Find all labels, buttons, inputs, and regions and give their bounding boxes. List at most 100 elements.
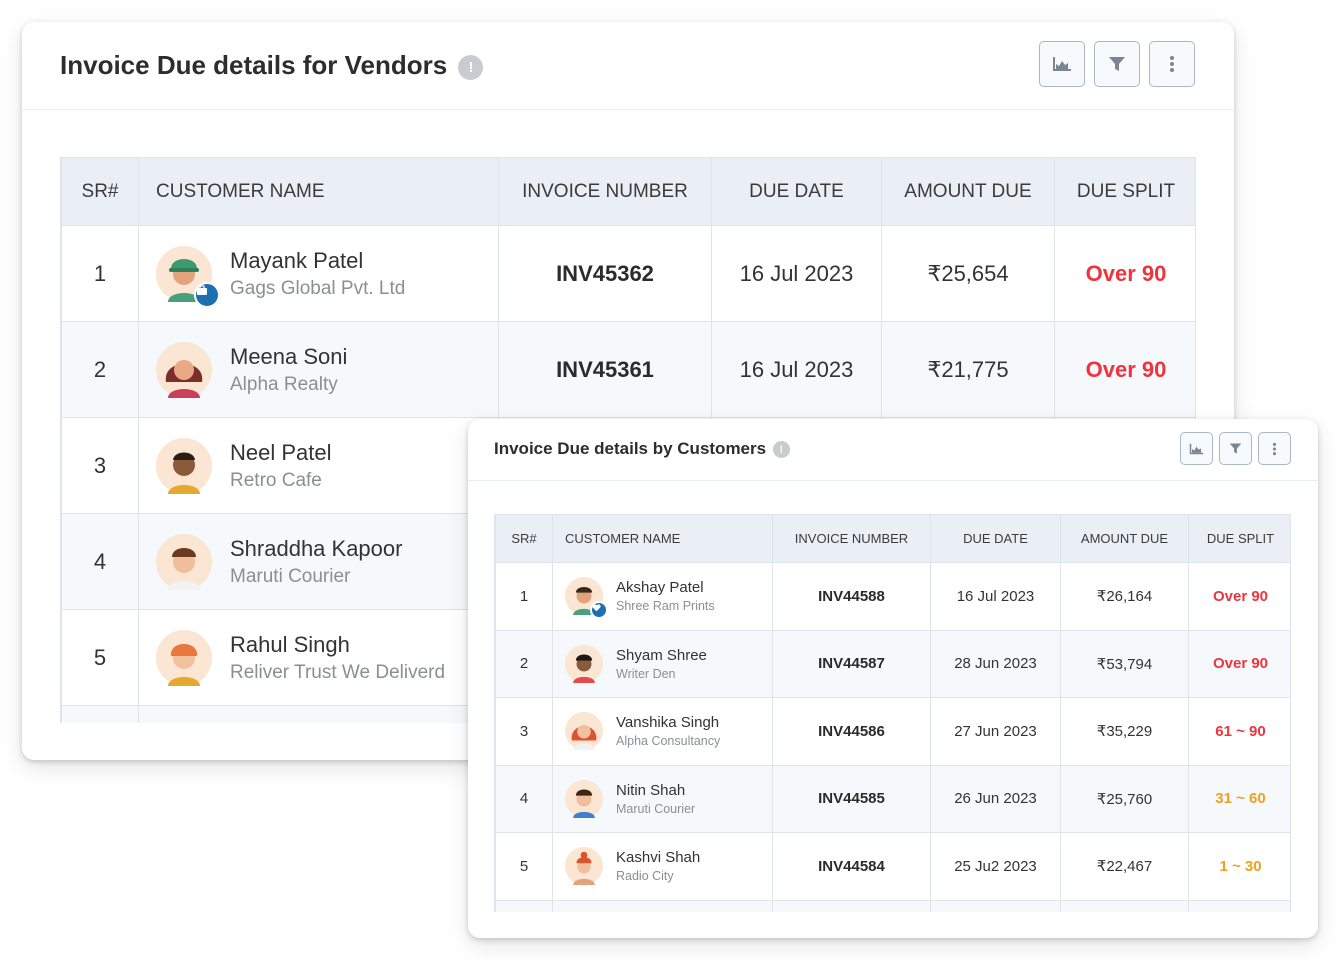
customer-name[interactable]: Vanshika Singh	[616, 714, 720, 731]
column-header[interactable]: DUE DATE	[712, 158, 882, 226]
sr-cell: 1	[496, 563, 553, 631]
customer-cell: Nitin Shah Maruti Courier	[553, 765, 773, 833]
column-header[interactable]: SR#	[496, 515, 553, 563]
chart-button[interactable]	[1180, 432, 1213, 465]
info-icon[interactable]: !	[773, 441, 790, 458]
customer-table-wrap: SR# CUSTOMER NAME INVOICE NUMBER DUE DAT…	[494, 514, 1291, 912]
amount-due: ₹26,164	[1061, 563, 1189, 631]
customer-name[interactable]: Neel Patel	[230, 440, 332, 466]
invoice-number[interactable]: INV44585	[773, 765, 931, 833]
company-name: Alpha Realty	[230, 374, 347, 396]
customer-invoice-card: Invoice Due details by Customers ! SR# C…	[468, 419, 1318, 938]
company-name: Gags Global Pvt. Ltd	[230, 278, 405, 300]
sr-cell: 5	[496, 833, 553, 901]
table-row[interactable]: 4 Nitin Shah Maruti Courier INV44	[496, 765, 1292, 833]
column-header[interactable]: CUSTOMER NAME	[553, 515, 773, 563]
sr-cell: 3	[496, 698, 553, 766]
customer-cell: Meena Soni Alpha Realty	[139, 322, 499, 418]
more-options-button[interactable]	[1149, 41, 1195, 87]
table-header-row: SR# CUSTOMER NAME INVOICE NUMBER DUE DAT…	[62, 158, 1197, 226]
due-split: Over 90	[1189, 563, 1292, 631]
table-row[interactable]: 1 Mayank Patel Gags Global Pvt. Ltd	[62, 226, 1197, 322]
table-row[interactable]: 5 Kashvi Shah Radio City INV44584	[496, 833, 1292, 901]
column-header[interactable]: AMOUNT DUE	[1061, 515, 1189, 563]
customer-table: SR# CUSTOMER NAME INVOICE NUMBER DUE DAT…	[495, 514, 1291, 912]
company-name: Reliver Trust We Deliverd	[230, 662, 445, 684]
avatar	[565, 847, 603, 885]
more-options-button[interactable]	[1258, 432, 1291, 465]
invoice-number[interactable]: INV44587	[773, 630, 931, 698]
customer-name[interactable]: Kashvi Shah	[616, 849, 700, 866]
customer-cell: Shyam Shree Writer Den	[553, 630, 773, 698]
company-name: Shree Ram Prints	[616, 599, 715, 613]
due-split: 31 ~ 60	[1189, 765, 1292, 833]
column-header[interactable]: SR#	[62, 158, 139, 226]
table-row[interactable]	[496, 900, 1292, 912]
company-name: Retro Cafe	[230, 470, 332, 492]
card-title-text: Invoice Due details by Customers	[494, 439, 766, 458]
customer-cell: Kashvi Shah Radio City	[553, 833, 773, 901]
filter-button[interactable]	[1094, 41, 1140, 87]
amount-due: ₹25,654	[882, 226, 1055, 322]
amount-due: ₹21,775	[882, 322, 1055, 418]
due-split: Over 90	[1055, 322, 1197, 418]
avatar	[156, 534, 212, 590]
invoice-number[interactable]: INV45361	[499, 322, 712, 418]
due-split: Over 90	[1189, 630, 1292, 698]
column-header[interactable]: INVOICE NUMBER	[499, 158, 712, 226]
amount-due: ₹53,794	[1061, 630, 1189, 698]
amount-due: ₹25,760	[1061, 765, 1189, 833]
table-row[interactable]: 2 Meena Soni Alpha Realty INV4536	[62, 322, 1197, 418]
more-vertical-icon	[1169, 55, 1175, 73]
column-header[interactable]: INVOICE NUMBER	[773, 515, 931, 563]
customer-cell: Rahul Singh Reliver Trust We Deliverd	[139, 610, 499, 706]
sr-cell: 4	[496, 765, 553, 833]
chart-icon	[1052, 56, 1072, 72]
due-split: Over 90	[1055, 226, 1197, 322]
column-header[interactable]: DUE DATE	[931, 515, 1061, 563]
customer-name[interactable]: Rahul Singh	[230, 632, 445, 658]
customer-cell: Shraddha Kapoor Maruti Courier	[139, 514, 499, 610]
customer-name[interactable]: Shyam Shree	[616, 647, 707, 664]
due-split: 1 ~ 30	[1189, 833, 1292, 901]
customer-name[interactable]: Mayank Patel	[230, 248, 405, 274]
chart-button[interactable]	[1039, 41, 1085, 87]
info-icon[interactable]: !	[458, 55, 483, 80]
avatar	[565, 712, 603, 750]
sr-cell: 3	[62, 418, 139, 514]
amount-due: ₹35,229	[1061, 698, 1189, 766]
customer-name[interactable]: Shraddha Kapoor	[230, 536, 402, 562]
column-header[interactable]: CUSTOMER NAME	[139, 158, 499, 226]
card-title: Invoice Due details for Vendors !	[60, 50, 483, 81]
filter-button[interactable]	[1219, 432, 1252, 465]
customer-name[interactable]: Akshay Patel	[616, 579, 715, 596]
column-header[interactable]: DUE SPLIT	[1055, 158, 1197, 226]
table-row[interactable]: 1 Akshay Patel Shree Ram Prints	[496, 563, 1292, 631]
company-name: Maruti Courier	[616, 802, 695, 816]
sr-cell: 1	[62, 226, 139, 322]
more-vertical-icon	[1272, 442, 1277, 456]
customer-name[interactable]: Nitin Shah	[616, 782, 695, 799]
avatar	[156, 438, 212, 494]
invoice-number[interactable]: INV44584	[773, 833, 931, 901]
card-header: Invoice Due details for Vendors !	[22, 22, 1234, 110]
due-date: 27 Jun 2023	[931, 698, 1061, 766]
due-date: 16 Jul 2023	[931, 563, 1061, 631]
due-date: 16 Jul 2023	[712, 322, 882, 418]
table-header-row: SR# CUSTOMER NAME INVOICE NUMBER DUE DAT…	[496, 515, 1292, 563]
sr-cell: 2	[62, 322, 139, 418]
table-row[interactable]: 3 Vanshika Singh Alpha Consultancy	[496, 698, 1292, 766]
table-row[interactable]: 2 Shyam Shree Writer Den INV44587	[496, 630, 1292, 698]
company-name: Alpha Consultancy	[616, 734, 720, 748]
invoice-number[interactable]: INV44588	[773, 563, 931, 631]
customer-cell: Mayank Patel Gags Global Pvt. Ltd	[139, 226, 499, 322]
amount-due: ₹22,467	[1061, 833, 1189, 901]
invoice-number[interactable]: INV44586	[773, 698, 931, 766]
due-date: 28 Jun 2023	[931, 630, 1061, 698]
invoice-number[interactable]: INV45362	[499, 226, 712, 322]
sr-cell: 4	[62, 514, 139, 610]
column-header[interactable]: DUE SPLIT	[1189, 515, 1292, 563]
card-title-text: Invoice Due details for Vendors	[60, 50, 447, 80]
customer-name[interactable]: Meena Soni	[230, 344, 347, 370]
column-header[interactable]: AMOUNT DUE	[882, 158, 1055, 226]
